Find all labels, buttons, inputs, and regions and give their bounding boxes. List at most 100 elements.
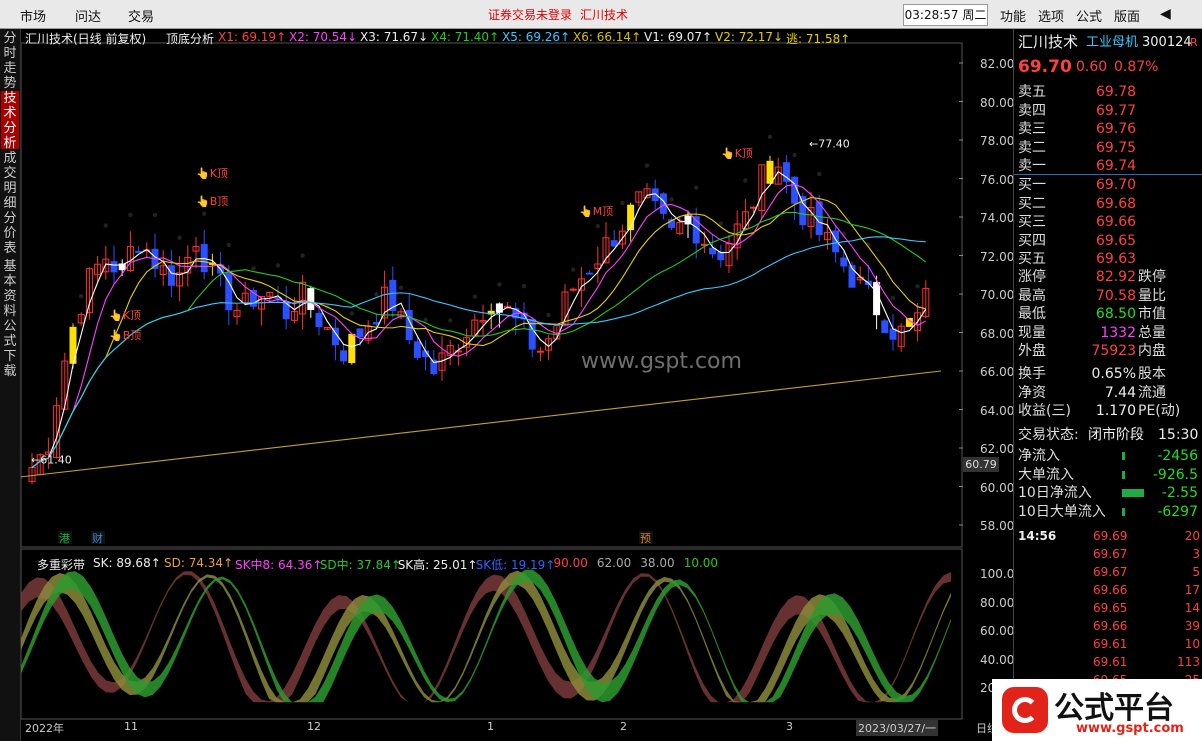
price-tick: 60.00	[980, 480, 1015, 495]
menu-wenda[interactable]: 问达	[75, 6, 101, 25]
stat-value: 82.92	[1095, 269, 1136, 285]
sell-price[interactable]: 69.78	[1096, 83, 1136, 102]
buy-price[interactable]: 69.65	[1096, 232, 1136, 251]
ma-green	[31, 211, 927, 468]
stat-label: 外盘	[1018, 343, 1046, 359]
tab-timeshare[interactable]: 分时走势	[1, 31, 19, 91]
price-tick: 70.00	[980, 288, 1015, 302]
stock-industry[interactable]: 工业母机	[1086, 33, 1138, 52]
sell-level: 卖三 69.76	[1018, 120, 1202, 139]
resistance-dot	[497, 282, 502, 287]
tick-row[interactable]: 69.61 10	[1018, 635, 1202, 653]
sell-price[interactable]: 69.75	[1096, 139, 1136, 158]
candle-body	[356, 328, 364, 338]
date-tick: 1	[487, 720, 494, 733]
menu-options[interactable]: 选项	[1038, 6, 1064, 25]
buy-label: 买四	[1018, 232, 1046, 249]
sell-price[interactable]: 69.77	[1096, 102, 1136, 121]
buy-price[interactable]: 69.70	[1096, 176, 1136, 195]
date-tick: 2023/03/27/一	[856, 720, 939, 736]
sell-level: 卖二 69.75	[1018, 139, 1202, 158]
formula-name[interactable]: 顶底分析	[166, 30, 214, 47]
tick-row[interactable]: 69.61 113	[1018, 653, 1202, 671]
resistance-dot	[128, 212, 133, 218]
stat2-value: 1.170	[1095, 403, 1136, 419]
tick-row[interactable]: 69.67 5	[1018, 563, 1202, 581]
kline-chart[interactable]: ←77.40 ←61.40 👆K顶 👆B顶 👆K顶 👆B顶 👆M顶 👆K顶港 财 预 汇川技术(日…	[21, 29, 963, 741]
resistance-dot	[349, 311, 354, 316]
tick-row[interactable]: 69.65 14	[1018, 599, 1202, 617]
signal-label: 👆B顶	[109, 329, 141, 342]
site-logo: 公式平台 www.gspt.com	[992, 679, 1202, 741]
sell-label: 卖五	[1018, 84, 1046, 100]
resistance-dot	[152, 212, 158, 218]
chart-canvas[interactable]: ←77.40 ←61.40 👆K顶 👆B顶 👆K顶 👆B顶 👆M顶 👆K顶港 财 预	[21, 29, 963, 741]
tick-vol: 5	[1192, 565, 1200, 579]
stat-extra: 跌停	[1138, 269, 1166, 285]
more-icon[interactable]: ◀	[1160, 6, 1171, 22]
sell-price[interactable]: 69.76	[1096, 120, 1136, 139]
candle-body	[110, 261, 118, 273]
flow-row: 10日大单流入 -6297	[1018, 503, 1202, 522]
menu-layout[interactable]: 版面	[1114, 6, 1140, 25]
menu-trade[interactable]: 交易	[128, 6, 154, 25]
ma-long	[21, 370, 942, 478]
tick-price: 69.69	[1093, 529, 1128, 543]
buy-price[interactable]: 69.63	[1096, 250, 1136, 269]
indicator-value: X4: 71.40↑	[431, 30, 500, 44]
indicator-value: X3: 71.67↓	[360, 30, 429, 44]
stat-extra: 量比	[1138, 287, 1166, 304]
menu-formula[interactable]: 公式	[1076, 6, 1102, 25]
tick-vol: 14	[1184, 601, 1200, 615]
tick-price: 69.67	[1093, 565, 1128, 579]
menu-market[interactable]: 市场	[20, 6, 46, 25]
stock-link[interactable]: 汇川技术	[580, 6, 628, 23]
resistance-dot	[472, 294, 477, 299]
candle-body	[282, 301, 290, 320]
trade-state-value: 闭市阶段	[1088, 427, 1144, 443]
clock: 03:28:57 周二	[903, 4, 988, 26]
stat-value: 68.50	[1095, 306, 1136, 322]
buy-price[interactable]: 69.66	[1096, 213, 1136, 232]
candle-body	[315, 312, 323, 328]
tab-basic-info[interactable]: 基本资料	[1, 259, 19, 319]
flow-row: 净流入 -2456	[1018, 447, 1202, 466]
tab-price-table[interactable]: 分价表	[1, 211, 19, 256]
buy-level: 买三 69.66	[1018, 213, 1202, 232]
stat-row: 现量 1332 总量	[1018, 324, 1202, 343]
sub-pane-frame	[21, 548, 963, 720]
tick-row[interactable]: 69.66 17	[1018, 581, 1202, 599]
tick-price: 69.61	[1093, 637, 1128, 651]
sub-indicator-title[interactable]: 多重彩带	[37, 556, 85, 573]
tick-row[interactable]: 69.67 3	[1018, 545, 1202, 563]
price-tick: 68.00	[980, 326, 1015, 341]
sell-level: 卖五 69.78	[1018, 83, 1202, 102]
buy-price[interactable]: 69.68	[1096, 195, 1136, 214]
ma-yellow	[31, 196, 926, 468]
tick-row[interactable]: 69.66 39	[1018, 617, 1202, 635]
stat-label: 涨停	[1018, 269, 1046, 285]
stat2-row: 净资 7.44 流通	[1018, 384, 1202, 403]
buy-label: 买三	[1018, 214, 1046, 230]
flow-bar	[1122, 507, 1125, 516]
tick-row[interactable]: 14:56 69.69 20	[1018, 527, 1202, 545]
tab-technical[interactable]: 技术分析	[1, 91, 19, 151]
resistance-dot	[374, 292, 379, 297]
price-tick: 80.00	[980, 95, 1015, 110]
candle-body	[586, 272, 594, 275]
tab-deals[interactable]: 成交明细	[1, 151, 19, 211]
price-tick: 76.00	[980, 172, 1015, 187]
main-pane-frame	[21, 42, 963, 548]
logo-g-icon	[1002, 687, 1048, 733]
tab-formula-download[interactable]: 公式下载	[1, 319, 19, 379]
buy-level: 买二 69.68	[1018, 195, 1202, 214]
price-tick: 66.00	[980, 365, 1015, 379]
stat-value: 1332	[1100, 324, 1136, 341]
candle-body	[348, 333, 356, 364]
resistance-dot	[423, 317, 428, 323]
resistance-dot	[817, 171, 822, 177]
menu-function[interactable]: 功能	[1000, 6, 1026, 25]
candle-body	[873, 282, 881, 316]
price-tick: 82.00	[980, 57, 1015, 71]
login-status[interactable]: 证券交易未登录	[488, 6, 572, 23]
